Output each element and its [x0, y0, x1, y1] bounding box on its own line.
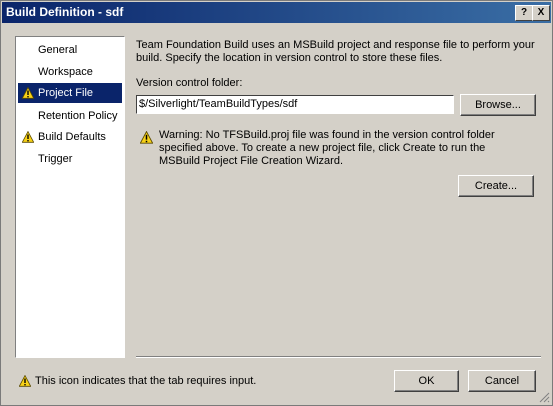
resize-grip-icon[interactable]	[538, 391, 550, 403]
cancel-button[interactable]: Cancel	[468, 370, 536, 392]
window-title: Build Definition - sdf	[6, 5, 124, 19]
build-definition-dialog: Build Definition - sdf ? X General Works…	[0, 0, 553, 406]
tab-list: General Workspace Project File Retention…	[15, 36, 125, 358]
sidebar-item-project-file[interactable]: Project File	[18, 83, 122, 103]
warning-icon	[140, 131, 153, 144]
warning-icon	[22, 87, 34, 99]
warning-icon	[19, 375, 31, 387]
sidebar-item-build-defaults[interactable]: Build Defaults	[18, 127, 122, 147]
footer-note-text: This icon indicates that the tab require…	[35, 375, 257, 387]
create-button[interactable]: Create...	[458, 175, 534, 197]
sidebar-item-workspace[interactable]: Workspace	[18, 62, 122, 82]
version-control-folder-label: Version control folder:	[136, 77, 243, 89]
version-control-folder-input[interactable]: $/Silverlight/TeamBuildTypes/sdf	[136, 95, 454, 114]
title-bar[interactable]: Build Definition - sdf ? X	[2, 2, 551, 23]
ok-button[interactable]: OK	[394, 370, 459, 392]
sidebar-item-label: Retention Policy	[38, 110, 118, 122]
sidebar-item-label: Workspace	[38, 66, 93, 78]
warning-icon	[22, 131, 34, 143]
browse-button[interactable]: Browse...	[460, 94, 536, 116]
divider	[136, 356, 541, 358]
help-button[interactable]: ?	[515, 5, 533, 21]
sidebar-item-general[interactable]: General	[18, 40, 122, 60]
sidebar-item-retention-policy[interactable]: Retention Policy	[18, 106, 122, 126]
sidebar-item-label: Trigger	[38, 153, 73, 165]
close-button[interactable]: X	[532, 5, 550, 21]
warning-text: Warning: No TFSBuild.proj file was found…	[159, 129, 495, 167]
sidebar-item-label: Build Defaults	[38, 131, 106, 143]
description-text: Team Foundation Build uses an MSBuild pr…	[136, 39, 535, 64]
sidebar-item-trigger[interactable]: Trigger	[18, 149, 122, 169]
sidebar-item-label: General	[38, 44, 78, 56]
sidebar-item-label: Project File	[38, 87, 94, 99]
